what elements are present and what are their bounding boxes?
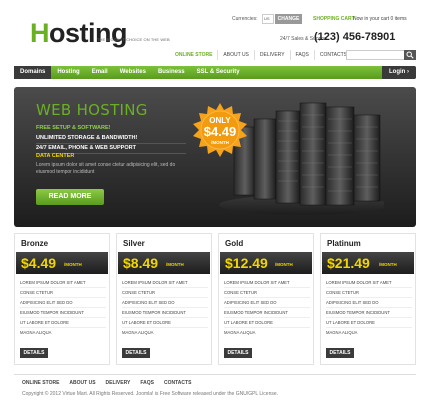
plan-feature: CONSE CTETUR: [122, 288, 208, 298]
hero-features: UNLIMITED STORAGE & BANDWIDTH! 24/7 EMAI…: [36, 134, 186, 154]
plan-feature: MAGNA ALIQUA: [122, 330, 154, 335]
plan-card-silver: Silver $8.49 /MONTH LOREM IPSUM DOLOR SI…: [116, 233, 212, 365]
burst-price: $4.49: [203, 124, 237, 139]
burst-unit: /MONTH: [211, 140, 229, 145]
plan-features: LOREM IPSUM DOLOR SIT AMET CONSE CTETUR …: [122, 278, 208, 338]
plan-feature: UT LABORE ET DOLORE: [20, 318, 106, 328]
nav-websites[interactable]: Websites: [114, 66, 152, 79]
details-button-silver[interactable]: DETAILS: [122, 348, 150, 358]
plan-price: $21.49: [327, 255, 370, 271]
plan-price-box: $12.49 /MONTH: [220, 252, 312, 274]
top-nav-online-store[interactable]: ONLINE STORE: [170, 50, 219, 60]
copyright: Copyright © 2012 Virtue Mart. All Rights…: [22, 391, 279, 397]
plan-name: Silver: [123, 239, 145, 248]
plan-feature: EIUSMOD TEMPOR INCIDIDUNT: [326, 308, 412, 318]
currencies-label: Currencies:: [232, 16, 258, 22]
hero-description: Lorem ipsum dolor sit amet conse ctetur …: [36, 162, 176, 175]
logo-letter: H: [30, 18, 50, 48]
plan-feature: MAGNA ALIQUA: [224, 330, 256, 335]
plan-feature: LOREM IPSUM DOLOR SIT AMET: [20, 278, 106, 288]
plan-name: Platinum: [327, 239, 361, 248]
plan-features: LOREM IPSUM DOLOR SIT AMET CONSE CTETUR …: [326, 278, 412, 338]
top-nav-faqs[interactable]: FAQS: [291, 50, 315, 60]
plan-features: LOREM IPSUM DOLOR SIT AMET CONSE CTETUR …: [20, 278, 106, 338]
plan-feature: UT LABORE ET DOLORE: [122, 318, 208, 328]
search-input[interactable]: [346, 50, 406, 60]
footer-online-store[interactable]: ONLINE STORE: [22, 380, 59, 386]
plan-feature: EIUSMOD TEMPOR INCIDIDUNT: [224, 308, 310, 318]
plan-feature: ADIPISICING ELIT SED DO: [122, 298, 208, 308]
search-button[interactable]: [404, 50, 416, 60]
plan-price: $12.49: [225, 255, 268, 271]
pricing-plans: Bronze $4.49 /MONTH LOREM IPSUM DOLOR SI…: [14, 233, 416, 365]
plan-feature: UT LABORE ET DOLORE: [224, 318, 310, 328]
details-button-bronze[interactable]: DETAILS: [20, 348, 48, 358]
plan-feature: CONSE CTETUR: [326, 288, 412, 298]
plan-price: $4.49: [21, 255, 57, 271]
plan-card-gold: Gold $12.49 /MONTH LOREM IPSUM DOLOR SIT…: [218, 233, 314, 365]
currency-field[interactable]: US Dollar: [262, 14, 274, 24]
footer-nav: ONLINE STORE ABOUT US DELIVERY FAQS CONT…: [22, 380, 201, 386]
nav-email[interactable]: Email: [86, 66, 114, 79]
plan-card-platinum: Platinum $21.49 /MONTH LOREM IPSUM DOLOR…: [320, 233, 416, 365]
page: Hosting THE BIGGEST CHOICE ON THE WEB Cu…: [0, 0, 430, 416]
nav-ssl-security[interactable]: SSL & Security: [191, 66, 246, 79]
hero-title: WEB HOSTING: [36, 101, 148, 119]
hero-subtitle: FREE SETUP & SOFTWARE!: [36, 125, 111, 131]
plan-card-bronze: Bronze $4.49 /MONTH LOREM IPSUM DOLOR SI…: [14, 233, 110, 365]
nav-business[interactable]: Business: [152, 66, 191, 79]
footer-delivery[interactable]: DELIVERY: [106, 380, 131, 386]
plan-feature: MAGNA ALIQUA: [20, 330, 52, 335]
change-currency-button[interactable]: CHANGE: [275, 14, 302, 24]
plan-feature: EIUSMOD TEMPOR INCIDIDUNT: [122, 308, 208, 318]
plan-feature: LOREM IPSUM DOLOR SIT AMET: [326, 278, 412, 288]
plan-feature: ADIPISICING ELIT SED DO: [326, 298, 412, 308]
logo-text: osting: [49, 18, 128, 48]
plan-feature: ADIPISICING ELIT SED DO: [20, 298, 106, 308]
main-nav: Domains Hosting Email Websites Business …: [14, 66, 416, 79]
search-icon: [406, 51, 414, 59]
plan-unit: /MONTH: [166, 262, 184, 267]
plan-feature: CONSE CTETUR: [20, 288, 106, 298]
plan-price-box: $4.49 /MONTH: [16, 252, 108, 274]
hero-datacenter: DATA CENTER: [36, 153, 75, 159]
plan-feature: MAGNA ALIQUA: [326, 330, 358, 335]
plan-feature: CONSE CTETUR: [224, 288, 310, 298]
shopping-cart-link[interactable]: SHOPPING CART: [313, 16, 355, 22]
top-nav-delivery[interactable]: DELIVERY: [255, 50, 291, 60]
plan-feature: EIUSMOD TEMPOR INCIDIDUNT: [20, 308, 106, 318]
plan-unit: /MONTH: [379, 262, 397, 267]
phone-number: (123) 456-78901: [314, 31, 396, 43]
footer-divider: [14, 374, 416, 375]
top-nav: ONLINE STORE ABOUT US DELIVERY FAQS CONT…: [170, 50, 352, 60]
plan-unit: /MONTH: [275, 262, 293, 267]
plan-feature: LOREM IPSUM DOLOR SIT AMET: [224, 278, 310, 288]
footer-faqs[interactable]: FAQS: [140, 380, 154, 386]
plan-name: Bronze: [21, 239, 49, 248]
login-button[interactable]: Login ›: [382, 66, 416, 79]
details-button-gold[interactable]: DETAILS: [224, 348, 252, 358]
footer-about-us[interactable]: ABOUT US: [69, 380, 95, 386]
cart-count: Now in your cart 0 items: [353, 16, 407, 22]
plan-price-box: $8.49 /MONTH: [118, 252, 210, 274]
plan-features: LOREM IPSUM DOLOR SIT AMET CONSE CTETUR …: [224, 278, 310, 338]
plan-feature: LOREM IPSUM DOLOR SIT AMET: [122, 278, 208, 288]
nav-hosting[interactable]: Hosting: [51, 66, 85, 79]
plan-price-box: $21.49 /MONTH: [322, 252, 414, 274]
plan-unit: /MONTH: [64, 262, 82, 267]
read-more-button[interactable]: READ MORE: [36, 189, 104, 205]
plan-price: $8.49: [123, 255, 159, 271]
logo[interactable]: Hosting: [30, 18, 128, 49]
top-nav-about-us[interactable]: ABOUT US: [218, 50, 255, 60]
hero-banner: WEB HOSTING FREE SETUP & SOFTWARE! UNLIM…: [14, 87, 416, 227]
plan-feature: UT LABORE ET DOLORE: [326, 318, 412, 328]
footer-contacts[interactable]: CONTACTS: [164, 380, 191, 386]
nav-domains[interactable]: Domains: [14, 66, 52, 79]
price-burst-badge: ONLY $4.49 /MONTH: [192, 102, 248, 158]
plan-name: Gold: [225, 239, 244, 248]
plan-feature: ADIPISICING ELIT SED DO: [224, 298, 310, 308]
tagline: THE BIGGEST CHOICE ON THE WEB: [97, 37, 170, 42]
details-button-platinum[interactable]: DETAILS: [326, 348, 354, 358]
hero-feature: UNLIMITED STORAGE & BANDWIDTH!: [36, 134, 186, 144]
